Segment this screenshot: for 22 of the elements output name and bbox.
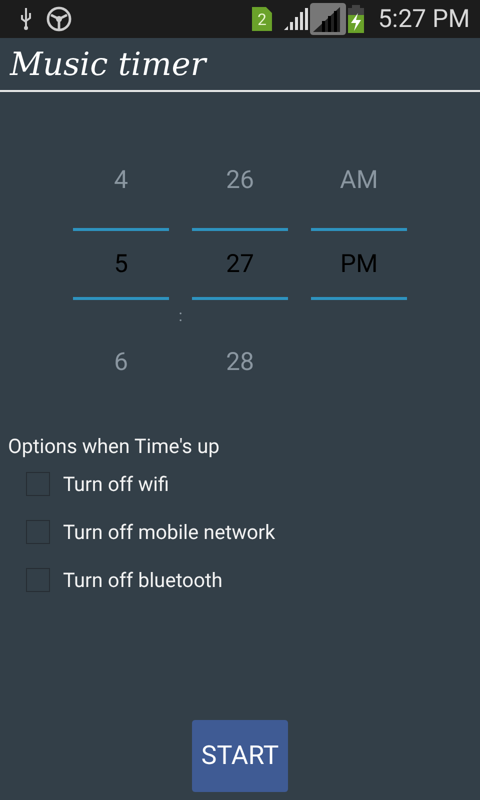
picker-selected-value[interactable]: PM (311, 228, 407, 300)
signal-icon (284, 8, 308, 30)
signal-icon (310, 3, 346, 35)
option-label[interactable]: Turn off mobile network (63, 520, 276, 544)
picker-value[interactable]: 6 (114, 348, 128, 376)
options-heading: Options when Time's up (8, 434, 220, 458)
option-label[interactable]: Turn off bluetooth (63, 568, 223, 592)
start-button[interactable]: START (192, 720, 288, 792)
picker-selected-value[interactable]: 5 (73, 228, 169, 300)
clock-time: 5:27 PM (378, 4, 470, 34)
app-title: Music timer (10, 45, 206, 83)
picker-value[interactable]: AM (340, 166, 378, 194)
option-label[interactable]: Turn off wifi (63, 472, 170, 496)
sim-badge: 2 (252, 7, 272, 31)
battery-charging-icon (348, 5, 364, 33)
usb-icon (18, 7, 34, 31)
picker-selected-value[interactable]: 27 (192, 228, 288, 300)
picker-value[interactable]: 26 (226, 166, 254, 194)
wheel-icon (46, 6, 72, 32)
time-separator: : (178, 306, 182, 325)
picker-value[interactable]: 4 (114, 166, 128, 194)
picker-value[interactable]: 28 (226, 348, 254, 376)
